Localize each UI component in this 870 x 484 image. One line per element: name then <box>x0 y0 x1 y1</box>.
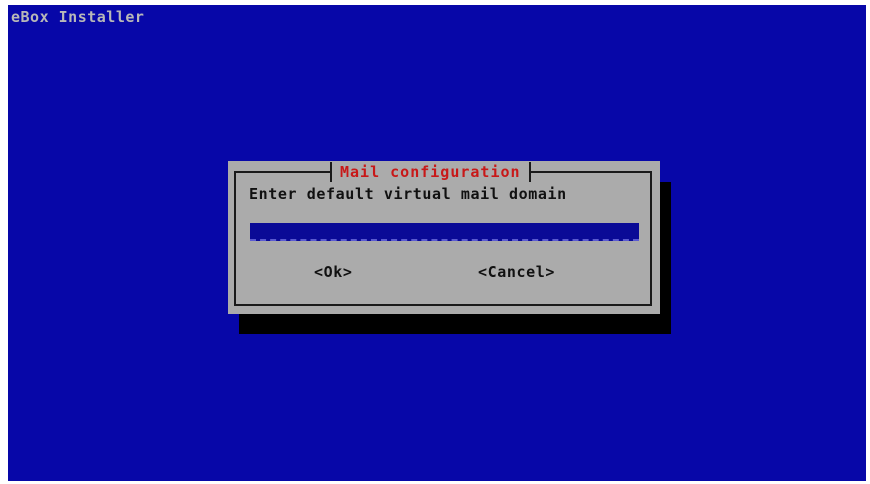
cancel-button[interactable]: <Cancel> <box>478 263 555 281</box>
mail-configuration-dialog: Mail configuration Enter default virtual… <box>228 161 660 314</box>
installer-screen: eBox Installer Mail configuration Enter … <box>8 5 866 481</box>
ok-button[interactable]: <Ok> <box>314 263 353 281</box>
dialog-title: Mail configuration <box>330 162 531 182</box>
dialog-prompt: Enter default virtual mail domain <box>249 185 567 203</box>
mail-domain-input[interactable] <box>250 223 639 241</box>
installer-title: eBox Installer <box>11 8 145 26</box>
